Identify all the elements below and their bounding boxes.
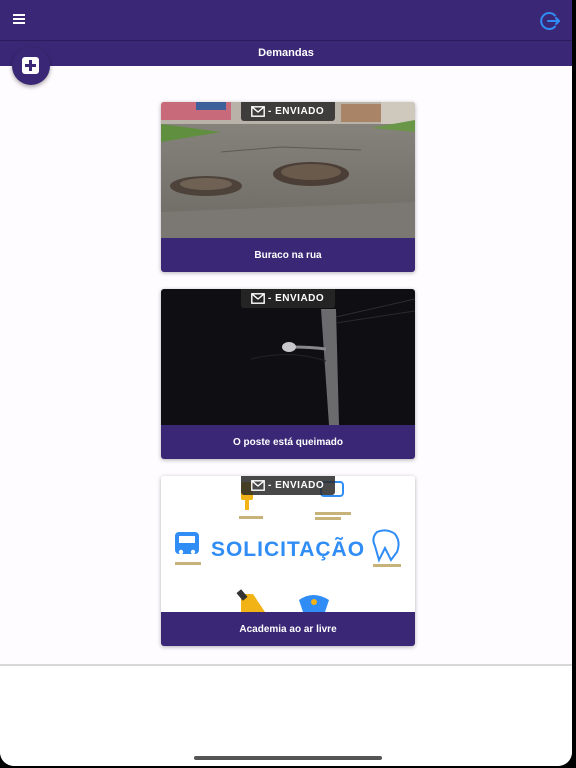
- card-footer: Buraco na rua: [161, 238, 415, 272]
- status-badge: - ENVIADO: [241, 102, 335, 121]
- pothole-photo: [161, 102, 415, 238]
- card-title: Buraco na rua: [254, 250, 322, 261]
- add-icon: [22, 57, 39, 74]
- mail-icon: [251, 106, 265, 117]
- sub-header: Demandas: [0, 40, 572, 66]
- bottom-area: [0, 666, 572, 766]
- solicitacao-text: SOLICITAÇÃO: [210, 538, 366, 561]
- menu-icon[interactable]: [10, 11, 28, 29]
- home-indicator[interactable]: [194, 756, 382, 760]
- page-title: Demandas: [258, 47, 314, 59]
- card-footer: Academia ao ar livre: [161, 612, 415, 646]
- mail-icon: [251, 480, 265, 491]
- logout-icon[interactable]: [538, 9, 562, 33]
- status-text: - ENVIADO: [268, 480, 325, 491]
- demand-list: - ENVIADO Buraco na rua - ENVIADO O post…: [0, 66, 572, 666]
- add-demand-button[interactable]: [12, 47, 50, 85]
- demand-card[interactable]: SOLICITAÇÃO - ENVIADO Academia ao ar liv…: [161, 476, 415, 646]
- status-text: - ENVIADO: [268, 106, 325, 117]
- status-badge: - ENVIADO: [241, 289, 335, 308]
- card-title: Academia ao ar livre: [239, 624, 337, 635]
- card-title: O poste está queimado: [232, 437, 344, 448]
- demand-card[interactable]: - ENVIADO Buraco na rua: [161, 102, 415, 272]
- card-footer: O poste está queimado: [161, 425, 415, 459]
- street-light-photo: [161, 289, 415, 425]
- app-screen: Demandas - ENVIADO Buraco na rua - ENVIA…: [0, 0, 572, 766]
- demand-card[interactable]: - ENVIADO O poste está queimado: [161, 289, 415, 459]
- solicitacao-graphic: SOLICITAÇÃO: [161, 476, 415, 612]
- status-badge: - ENVIADO: [241, 476, 335, 495]
- status-text: - ENVIADO: [268, 293, 325, 304]
- app-bar: [0, 0, 572, 40]
- mail-icon: [251, 293, 265, 304]
